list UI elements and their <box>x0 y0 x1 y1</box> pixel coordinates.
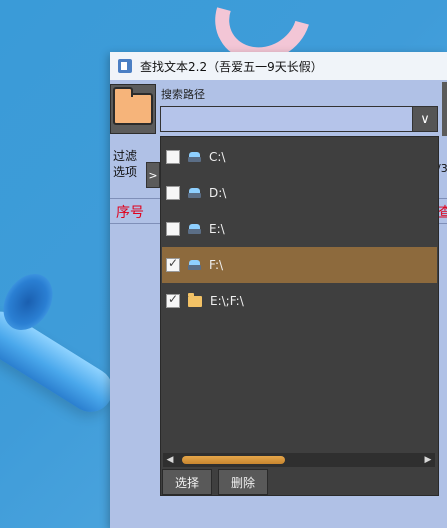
checkbox[interactable] <box>166 222 180 236</box>
toolbar: 搜索路径 ∨ <box>110 82 447 136</box>
list-item[interactable]: E:\;F:\ <box>162 283 437 319</box>
drive-icon <box>188 223 201 235</box>
scroll-thumb[interactable] <box>182 456 285 464</box>
list-item[interactable]: D:\ <box>162 175 437 211</box>
drive-icon <box>188 151 201 163</box>
title-bar: 查找文本2.2（吾爱五一9天长假） <box>110 52 447 80</box>
drive-icon <box>188 259 201 271</box>
list-item[interactable]: E:\ <box>162 211 437 247</box>
checkbox[interactable] <box>166 256 180 272</box>
browse-folder-button[interactable] <box>110 84 156 134</box>
scroll-right-icon[interactable]: ▶ <box>422 454 434 466</box>
dropdown-buttons: 选择 删除 <box>162 469 274 495</box>
path-dropdown-popup: C:\ D:\ E:\ F:\ E:\;F:\ ◀ ▶ 选择 删除 <box>160 136 439 496</box>
folder-icon <box>188 292 202 307</box>
filter-options-label: 过滤 选项 <box>113 148 137 180</box>
drive-icon <box>188 187 201 199</box>
scroll-left-icon[interactable]: ◀ <box>164 454 176 466</box>
checkbox[interactable] <box>166 150 180 164</box>
filter-expand-button[interactable]: > <box>146 162 160 188</box>
horizontal-scrollbar[interactable]: ◀ ▶ <box>163 453 435 467</box>
list-item-label: D:\ <box>209 186 227 200</box>
checkbox[interactable] <box>166 292 180 308</box>
chevron-down-icon[interactable]: ∨ <box>412 107 437 131</box>
list-item-label: E:\;F:\ <box>210 294 244 308</box>
folder-icon <box>113 87 153 125</box>
checkbox[interactable] <box>166 186 180 200</box>
search-path-label: 搜索路径 <box>161 88 205 101</box>
scroll-track[interactable] <box>179 456 419 464</box>
filter-label-line1: 过滤 <box>113 149 138 163</box>
window-title: 查找文本2.2（吾爱五一9天长假） <box>140 59 323 74</box>
filter-label-line2: 选项 <box>113 165 138 179</box>
list-item[interactable]: C:\ <box>162 139 437 175</box>
toolbar-edge <box>442 82 447 136</box>
delete-button[interactable]: 删除 <box>218 469 269 495</box>
column-seq-header[interactable]: 序号 <box>116 202 144 222</box>
list-item-label: C:\ <box>209 150 226 164</box>
search-path-combo[interactable]: ∨ <box>160 106 438 132</box>
column-right-header[interactable]: 查 <box>438 202 447 222</box>
path-list: C:\ D:\ E:\ F:\ E:\;F:\ <box>162 139 437 319</box>
list-item-label: E:\ <box>209 222 225 236</box>
app-icon <box>118 59 132 73</box>
list-item-label: F:\ <box>209 258 224 272</box>
select-button[interactable]: 选择 <box>162 469 213 495</box>
list-item[interactable]: F:\ <box>162 247 437 283</box>
